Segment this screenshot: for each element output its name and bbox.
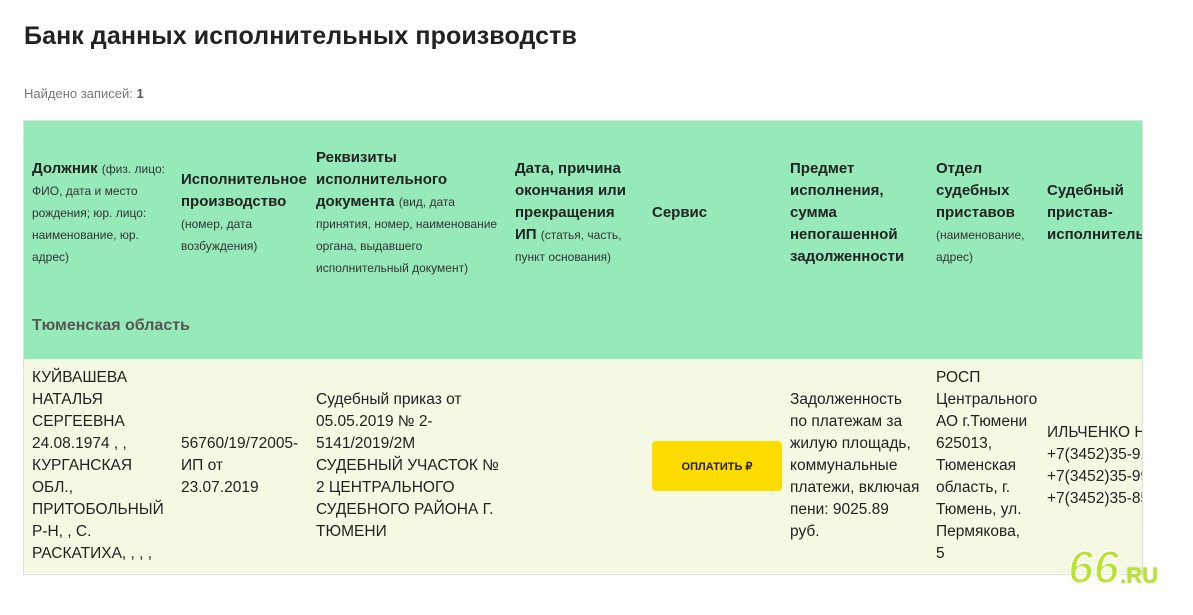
- cell-service: ОПЛАТИТЬ ₽: [644, 359, 782, 573]
- header-department: Отдел судебных приставов (наименование, …: [928, 121, 1039, 299]
- header-bailiff: Судебный пристав-исполнитель: [1039, 121, 1142, 299]
- region-label: Тюменская область: [24, 299, 1142, 359]
- header-service: Сервис: [644, 121, 782, 299]
- logo-number: 66: [1067, 540, 1120, 594]
- records-count: Найдено записей: 1: [24, 86, 144, 101]
- site-logo: 66.RU: [1067, 540, 1159, 594]
- records-label: Найдено записей:: [24, 86, 133, 101]
- results-table-container: Должник (физ. лицо: ФИО, дата и место ро…: [23, 120, 1143, 575]
- logo-domain: .RU: [1120, 563, 1159, 588]
- table-header-row: Должник (физ. лицо: ФИО, дата и место ро…: [24, 121, 1142, 299]
- cell-debtor: КУЙВАШЕВА НАТАЛЬЯ СЕРГЕЕВНА 24.08.1974 ,…: [24, 359, 173, 573]
- records-number: 1: [136, 86, 144, 101]
- header-document: Реквизиты исполнительного документа (вид…: [308, 121, 507, 299]
- header-proceeding: Исполнительное производство (номер, дата…: [173, 121, 308, 299]
- page-title: Банк данных исполнительных производств: [24, 22, 577, 50]
- table-row: КУЙВАШЕВА НАТАЛЬЯ СЕРГЕЕВНА 24.08.1974 ,…: [24, 359, 1142, 573]
- cell-subject: Задолженность по платежам за жилую площа…: [782, 359, 928, 573]
- cell-proceeding: 56760/19/72005-ИП от 23.07.2019: [173, 359, 308, 573]
- cell-document: Судебный приказ от 05.05.2019 № 2-5141/2…: [308, 359, 507, 573]
- header-subject: Предмет исполнения, сумма непогашенной з…: [782, 121, 928, 299]
- cell-department: РОСП Центрального АО г.Тюмени 625013, Тю…: [928, 359, 1039, 573]
- results-table: Должник (физ. лицо: ФИО, дата и место ро…: [24, 121, 1142, 573]
- cell-end-info: [507, 359, 644, 573]
- header-end-info: Дата, причина окончания или прекращения …: [507, 121, 644, 299]
- region-row: Тюменская область: [24, 299, 1142, 359]
- header-debtor: Должник (физ. лицо: ФИО, дата и место ро…: [24, 121, 173, 299]
- pay-button[interactable]: ОПЛАТИТЬ ₽: [652, 441, 782, 491]
